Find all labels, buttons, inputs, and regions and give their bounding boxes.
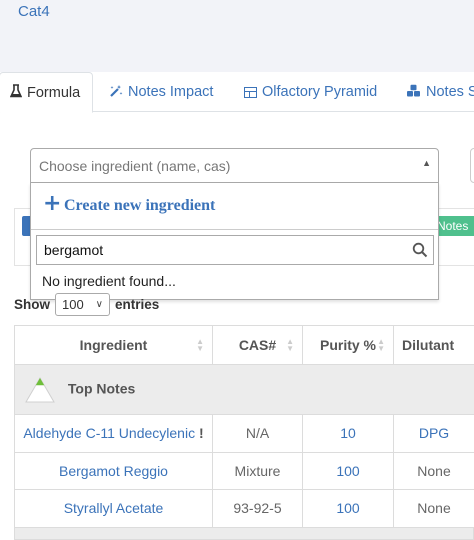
- purity-cell[interactable]: 10: [302, 414, 394, 453]
- create-ingredient-option[interactable]: + Create new ingredient: [31, 183, 438, 230]
- no-result-message: No ingredient found...: [42, 273, 176, 289]
- entries-select[interactable]: 100 ∨: [55, 293, 110, 316]
- cas-cell: Mixture: [212, 451, 303, 490]
- page-header: Cat4: [0, 0, 474, 72]
- purity-cell[interactable]: 100: [302, 451, 394, 490]
- pyramid-top-icon: [25, 376, 55, 402]
- ingredient-select-placeholder: Choose ingredient (name, cas): [39, 158, 231, 174]
- group-row-top-notes: Top Notes: [14, 364, 474, 415]
- page-title[interactable]: Cat4: [18, 3, 50, 20]
- tab-notes-s[interactable]: Notes S: [406, 72, 474, 112]
- flask-icon: [9, 84, 23, 101]
- tab-notes-impact-label: Notes Impact: [128, 84, 214, 100]
- sort-icon: ▲ ▼: [196, 337, 204, 353]
- tab-notes-s-label: Notes S: [426, 84, 474, 100]
- column-header-dilutant[interactable]: Dilutant: [393, 325, 474, 365]
- ingredient-cell[interactable]: Styrallyl Acetate: [14, 489, 213, 528]
- show-label: Show: [14, 297, 50, 312]
- side-control[interactable]: [470, 148, 474, 183]
- table-row: Styrallyl Acetate 93-92-5 100 None: [14, 489, 474, 528]
- entries-value: 100: [62, 297, 84, 312]
- group-label: Top Notes: [67, 380, 136, 397]
- tab-bar: Formula Notes Impact Olfactory Pyramid N…: [0, 72, 474, 113]
- entries-suffix: entries: [115, 297, 160, 312]
- group-cell: Top Notes: [14, 364, 474, 415]
- entries-length-control: Show 100 ∨ entries: [14, 293, 159, 316]
- ingredient-cell[interactable]: Aldehyde C-11 Undecylenic !: [14, 414, 213, 453]
- magic-wand-icon: [109, 84, 123, 101]
- tab-olfactory-pyramid[interactable]: Olfactory Pyramid: [244, 72, 377, 112]
- ingredient-cell[interactable]: Bergamot Reggio: [14, 451, 213, 490]
- tab-notes-impact[interactable]: Notes Impact: [109, 72, 213, 112]
- column-header-cas[interactable]: CAS# ▲ ▼: [212, 325, 303, 365]
- notes-badge[interactable]: Notes: [434, 216, 474, 236]
- chevron-down-icon: ∨: [95, 299, 103, 310]
- table-header-row: Ingredient ▲ ▼ CAS# ▲ ▼ Purity % ▲ ▼ Dilutant: [14, 325, 474, 365]
- table-icon: [244, 86, 257, 98]
- table-row: Aldehyde C-11 Undecylenic ! N/A 10 DPG: [14, 414, 474, 453]
- sort-icon: ▲ ▼: [377, 337, 385, 353]
- table-row: Bergamot Reggio Mixture 100 None: [14, 451, 474, 490]
- caret-up-icon: ▲: [422, 158, 431, 168]
- ingredient-select[interactable]: Choose ingredient (name, cas) ▲: [30, 148, 439, 183]
- dilutant-cell[interactable]: DPG: [393, 414, 474, 453]
- tab-formula[interactable]: Formula: [0, 72, 93, 113]
- cas-cell: N/A: [212, 414, 303, 453]
- column-header-ingredient[interactable]: Ingredient ▲ ▼: [14, 325, 213, 365]
- create-ingredient-label: Create new ingredient: [64, 197, 216, 214]
- purity-cell[interactable]: 100: [302, 489, 394, 528]
- formula-table: Ingredient ▲ ▼ CAS# ▲ ▼ Purity % ▲ ▼ Dilutant …: [14, 325, 474, 528]
- sort-icon: ▲ ▼: [286, 337, 294, 353]
- dilutant-cell[interactable]: None: [393, 489, 474, 528]
- cas-cell: 93-92-5: [212, 489, 303, 528]
- search-icon: [412, 242, 428, 258]
- ingredient-dropdown: + Create new ingredient No ingredient fo…: [30, 183, 439, 300]
- warning-icon: !: [198, 425, 204, 442]
- next-group-row: [14, 527, 474, 540]
- ingredient-search-box: [36, 235, 434, 265]
- cubes-icon: [406, 84, 421, 101]
- tab-olfactory-pyramid-label: Olfactory Pyramid: [262, 84, 378, 100]
- dilutant-cell[interactable]: None: [393, 451, 474, 490]
- ingredient-search-input[interactable]: [37, 236, 407, 264]
- column-header-purity[interactable]: Purity % ▲ ▼: [302, 325, 394, 365]
- plus-icon: +: [43, 191, 62, 216]
- tab-formula-label: Formula: [27, 84, 81, 101]
